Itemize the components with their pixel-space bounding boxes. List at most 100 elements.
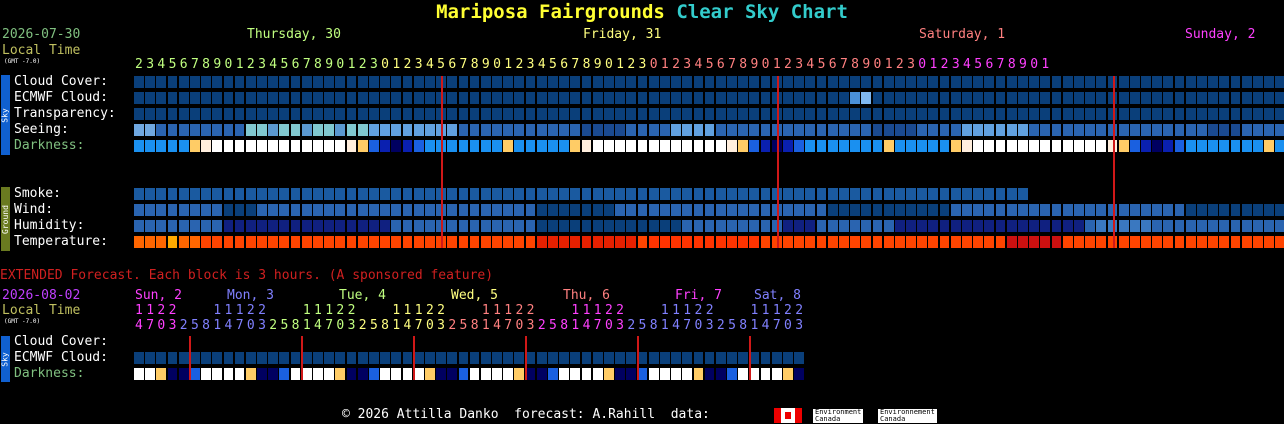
darkness-cell [570,140,581,152]
extended-darkness-cell [693,368,704,380]
darkness-cell [503,140,514,152]
smoke-cell [861,188,872,200]
hour-digit: 2 [784,57,792,72]
extended-darkness-cell [458,368,469,380]
seeing-cell [805,124,816,136]
cloud-cover-cell [424,76,435,88]
ecmwf-cloud-cell [1197,92,1207,104]
extended-ecmwf-cell [469,352,480,364]
transparency-cell [1174,108,1185,120]
humidity-cell [838,220,849,232]
extended-darkness-cell [424,368,435,380]
environment-canada-logo[interactable]: Environment Canada [813,409,864,423]
ecmwf-cloud-cell [335,92,346,104]
extended-darkness-cell [514,368,525,380]
darkness-cell [458,140,469,152]
humidity-cell [715,220,726,232]
transparency-cell [536,108,547,120]
transparency-cell [962,108,972,120]
extended-darkness-cell [760,368,771,380]
smoke-cell [413,188,424,200]
seeing-cell [704,124,715,136]
hour-digit: 2 [895,57,904,72]
seeing-cell [850,124,860,136]
hour-digit: 6 [716,57,725,72]
wind-cell [570,204,581,216]
environnement-canada-logo[interactable]: Environnement Canada [878,409,937,423]
seeing-cell [648,124,659,136]
hour-digit: 3 [526,57,535,72]
darkness-cell [1029,140,1039,152]
extended-row-label-xcloud: Cloud Cover: [14,334,108,349]
smoke-cell [950,188,961,200]
darkness-cell [760,140,771,152]
smoke-cell [760,188,771,200]
darkness-cell [838,140,849,152]
ecmwf-cloud-cell [671,92,681,104]
humidity-cell [727,220,737,232]
seeing-cell [234,124,245,136]
sky-tab[interactable]: Sky [1,75,10,155]
footer-credits: © 2026 Attilla Danko forecast: A.Rahill … [342,407,710,422]
transparency-cell [1141,108,1151,120]
cloud-cover-cell [391,76,402,88]
cloud-cover-cell [559,76,569,88]
humidity-cell [1029,220,1039,232]
transparency-cell [783,108,793,120]
extended-hour-digit: 1 [213,318,222,333]
humidity-cell [626,220,637,232]
wind-cell [1185,204,1196,216]
humidity-cell [1040,220,1051,232]
ecmwf-cloud-cell [950,92,961,104]
darkness-cell [1118,140,1129,152]
humidity-cell [245,220,256,232]
extended-hour-digit: 3 [616,318,624,333]
wind-cell [357,204,368,216]
extended-hour-digit: 1 [392,318,401,333]
smoke-cell [581,188,592,200]
extended-hour-tens-digit: 2 [795,303,804,318]
humidity-cell [458,220,469,232]
extended-hour-tens-digit: 1 [683,303,692,318]
wind-cell [693,204,704,216]
temperature-cell [749,236,760,248]
smoke-cell [223,188,234,200]
darkness-cell [962,140,972,152]
transparency-cell [973,108,984,120]
extended-darkness-cell [324,368,334,380]
temperature-cell [1018,236,1028,248]
ecmwf-cloud-cell [872,92,883,104]
extended-darkness-cell [570,368,581,380]
extended-hour-tens-digit: 1 [414,303,423,318]
temperature-cell [134,236,144,248]
canada-flag-icon[interactable] [774,408,802,423]
smoke-cell [592,188,603,200]
extended-sky-tab[interactable]: Sky [1,336,10,382]
wind-cell [950,204,961,216]
transparency-cell [760,108,771,120]
extended-hour-digit: 5 [728,318,736,333]
humidity-cell [167,220,178,232]
extended-darkness-cell [592,368,603,380]
transparency-cell [346,108,357,120]
extended-ecmwf-cell [167,352,178,364]
seeing-cell [861,124,872,136]
humidity-cell [682,220,693,232]
seeing-cell [1018,124,1028,136]
ground-tab[interactable]: Ground [1,187,10,251]
temperature-cell [279,236,290,248]
extended-darkness-cell [134,368,144,380]
ecmwf-cloud-cell [838,92,849,104]
smoke-cell [503,188,514,200]
cloud-cover-cell [906,76,916,88]
wind-cell [447,204,458,216]
cloud-cover-cell [682,76,693,88]
humidity-cell [480,220,491,232]
extended-hour-digit: 4 [493,318,501,333]
darkness-cell [469,140,480,152]
seeing-cell [1264,124,1274,136]
wind-cell [827,204,838,216]
extended-hour-tens-digit: 1 [593,303,602,318]
seeing-cell [413,124,424,136]
ecmwf-cloud-cell [424,92,435,104]
